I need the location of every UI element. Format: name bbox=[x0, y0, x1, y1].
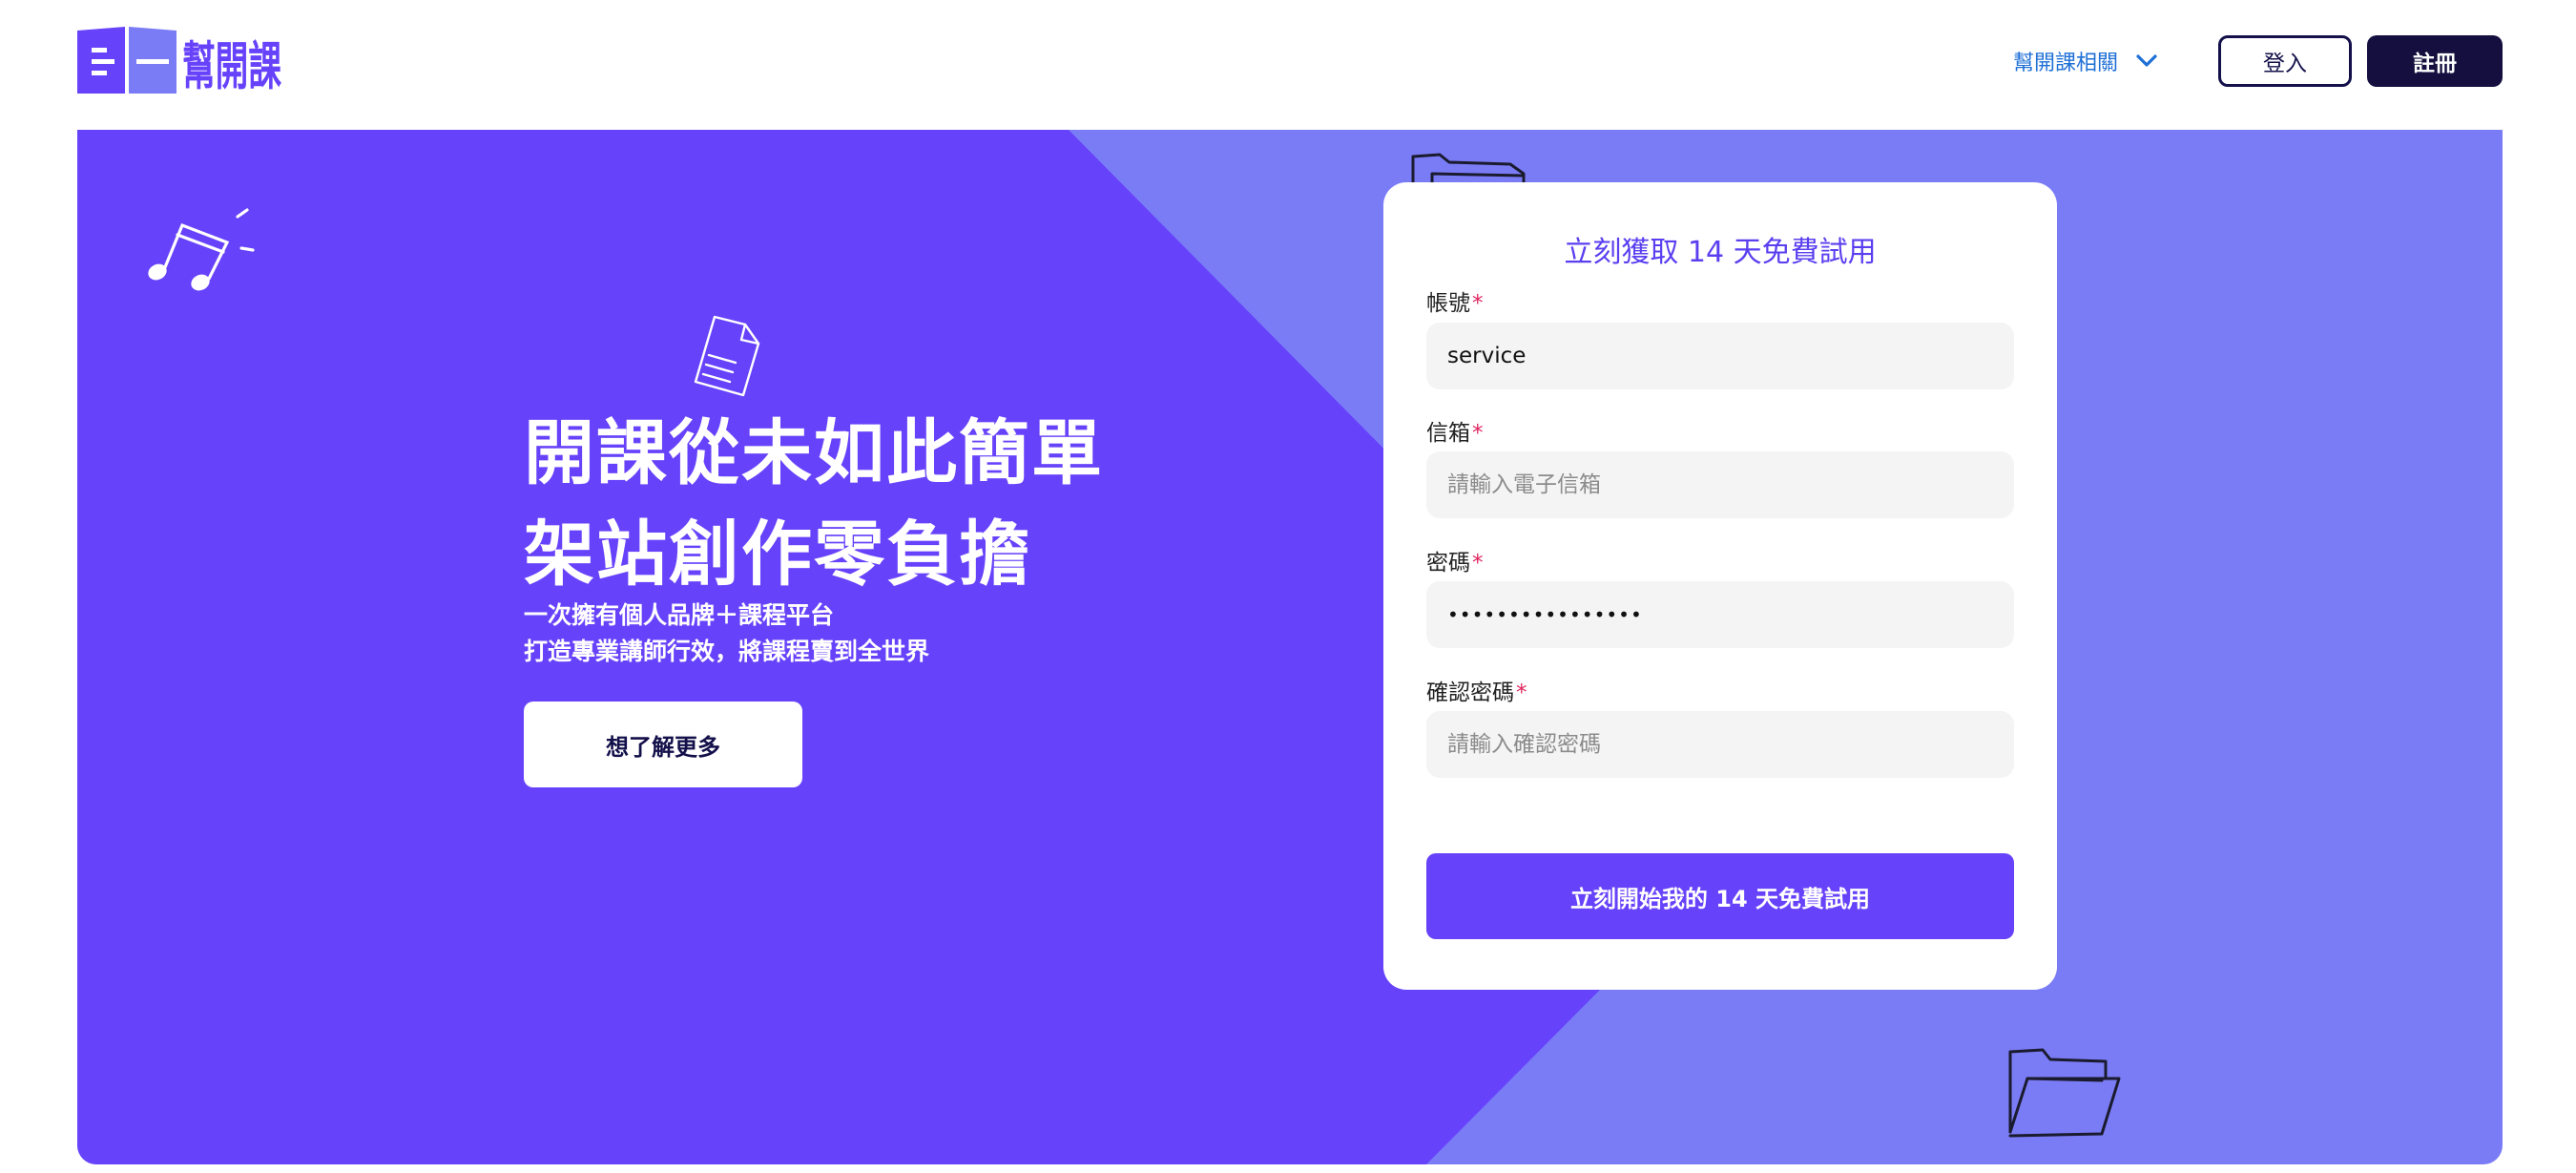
confirm-password-label: 確認密碼* bbox=[1426, 674, 1527, 706]
brand-logo[interactable]: 幫開課 bbox=[77, 27, 281, 97]
start-trial-button[interactable]: 立刻開始我的 14 天免費試用 bbox=[1426, 853, 2014, 939]
learn-more-button[interactable]: 想了解更多 bbox=[524, 702, 802, 787]
hero-subheadline: 一次擁有個人品牌＋課程平台 打造專業講師行效，將課程賣到全世界 bbox=[524, 597, 1192, 670]
hero-headline: 開課從未如此簡單 架站創作零負擔 bbox=[524, 403, 1249, 605]
document-icon bbox=[694, 315, 760, 397]
site-header: 幫開課 幫開課相關 登入 註冊 bbox=[0, 0, 2576, 130]
chevron-down-icon bbox=[2136, 54, 2157, 67]
hero-subheadline-line2: 打造專業講師行效，將課程賣到全世界 bbox=[524, 638, 930, 665]
logo-wordmark: 幫開課 bbox=[182, 36, 281, 96]
hero-headline-line1: 開課從未如此簡單 bbox=[524, 412, 1104, 494]
account-label-text: 帳號 bbox=[1426, 291, 1470, 316]
register-button[interactable]: 註冊 bbox=[2367, 35, 2503, 87]
hero-background bbox=[77, 130, 2503, 1164]
confirm-password-input[interactable] bbox=[1426, 711, 2014, 778]
password-label-text: 密碼 bbox=[1426, 551, 1470, 576]
required-mark: * bbox=[1472, 421, 1484, 446]
account-input[interactable] bbox=[1426, 323, 2014, 389]
required-mark: * bbox=[1472, 291, 1484, 316]
hero-subheadline-line1: 一次擁有個人品牌＋課程平台 bbox=[524, 601, 835, 629]
account-label: 帳號* bbox=[1426, 284, 1484, 317]
logo-icon: 幫開課 bbox=[77, 27, 281, 96]
about-dropdown-menu[interactable]: 幫開課相關 bbox=[2013, 40, 2158, 82]
email-input[interactable] bbox=[1426, 451, 2014, 518]
required-mark: * bbox=[1516, 681, 1527, 705]
hero-headline-line2: 架站創作零負擔 bbox=[524, 513, 1031, 596]
hero-section: 開課從未如此簡單 架站創作零負擔 一次擁有個人品牌＋課程平台 打造專業講師行效，… bbox=[77, 130, 2503, 1164]
trial-signup-form: 立刻獲取 14 天免費試用 帳號* 信箱* 密碼* 確認密碼* 立刻開始我的 1… bbox=[1383, 182, 2057, 990]
password-input[interactable] bbox=[1426, 581, 2014, 648]
email-label-text: 信箱 bbox=[1426, 421, 1470, 446]
confirm-password-label-text: 確認密碼 bbox=[1426, 681, 1514, 705]
email-label: 信箱* bbox=[1426, 414, 1484, 447]
folder-icon bbox=[2008, 1048, 2121, 1138]
form-title: 立刻獲取 14 天免費試用 bbox=[1564, 236, 1877, 269]
password-label: 密碼* bbox=[1426, 544, 1484, 576]
about-dropdown-label: 幫開課相關 bbox=[2013, 52, 2119, 75]
required-mark: * bbox=[1472, 551, 1484, 576]
login-button[interactable]: 登入 bbox=[2218, 35, 2352, 87]
music-note-icon bbox=[148, 208, 255, 291]
